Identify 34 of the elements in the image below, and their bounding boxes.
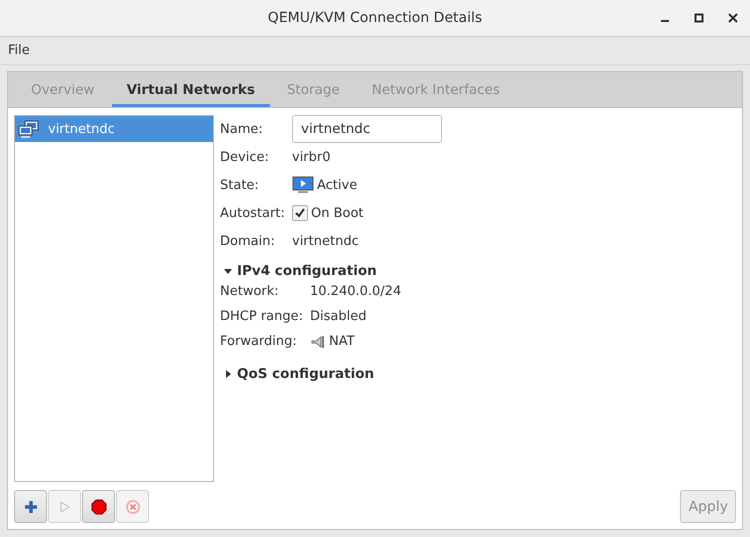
maximize-icon[interactable] [694,13,704,23]
field-label: Network: [220,284,280,299]
state-value: Active [317,178,358,192]
caret-down-icon [224,267,232,275]
field-label: Device: [220,150,270,164]
field-value: NAT [329,334,355,349]
play-icon [60,500,70,512]
caret-right-icon [224,370,232,378]
field-label: Name: [220,122,264,136]
field-value: virtnetndc [292,234,360,248]
menu-item[interactable]: File [8,43,30,58]
field-value: virbr0 [292,150,332,164]
close-icon[interactable] [728,13,738,23]
field-label: DHCP range: [220,309,304,324]
checkbox-label[interactable]: On Boot [311,206,364,220]
stop-icon [90,498,106,514]
delete-icon [124,498,140,514]
add-button[interactable] [14,490,47,523]
field-label: Forwarding: [220,334,298,349]
monitor-icon [292,176,314,194]
stop-button[interactable] [82,490,115,523]
field-value: Disabled [310,309,368,324]
checkmark-icon [294,207,306,219]
checkbox[interactable] [292,205,308,221]
section-expander[interactable]: QoS configuration [220,366,736,382]
network-icon [18,120,40,138]
add-icon [24,500,38,514]
name-field[interactable]: virtnetndc [292,115,442,143]
field-label: Autostart: [220,206,286,220]
section-expander[interactable]: IPv4 configuration [220,263,736,279]
field-label: State: [220,178,260,192]
field-label: Domain: [220,234,276,248]
field-value: 10.240.0.0/24 [310,284,402,299]
window-title: QEMU/KVM Connection Details [268,10,482,26]
